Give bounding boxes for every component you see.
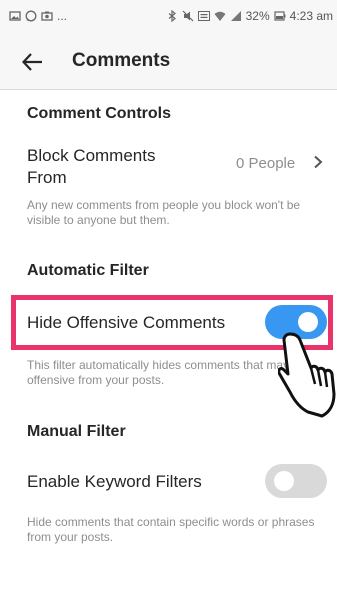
block-comments-description: Any new comments from people you block w… [27, 198, 301, 227]
status-right: 32% 4:23 am [166, 9, 333, 23]
block-comments-value[interactable]: 0 People [236, 155, 295, 172]
status-bar: ... 32% 4:23 am [0, 0, 337, 34]
chevron-right-icon[interactable] [312, 155, 324, 169]
volte-icon [197, 11, 210, 21]
section-title-automatic-filter: Automatic Filter [27, 262, 149, 279]
status-ellipsis: ... [57, 9, 68, 23]
pointing-hand-icon [278, 332, 336, 418]
hide-offensive-comments-label: Hide Offensive Comments [27, 313, 226, 332]
mute-icon [182, 10, 194, 22]
wifi-icon [214, 11, 226, 21]
signal-icon [230, 11, 241, 21]
status-time: 4:23 am [289, 9, 333, 23]
battery-percent: 32% [245, 9, 270, 23]
gallery-icon [9, 11, 21, 21]
bluetooth-icon [168, 10, 176, 22]
toggle-knob [274, 471, 294, 491]
arrow-left-icon[interactable] [20, 49, 46, 75]
enable-keyword-filters-toggle[interactable] [265, 464, 327, 498]
section-title-manual-filter: Manual Filter [27, 423, 126, 440]
app-header: Comments [0, 34, 337, 90]
battery-icon [274, 11, 286, 21]
section-title-comment-controls: Comment Controls [27, 105, 171, 122]
camera-icon [41, 11, 53, 21]
status-left: ... [9, 9, 67, 23]
page-title: Comments [72, 50, 171, 71]
automatic-filter-description: This filter automatically hides comments… [27, 358, 306, 387]
enable-keyword-filters-label: Enable Keyword Filters [27, 472, 202, 491]
block-comments-label[interactable]: Block Comments From [27, 145, 197, 189]
manual-filter-description: Hide comments that contain specific word… [27, 515, 315, 544]
toggle-knob [298, 312, 318, 332]
whatsapp-icon [25, 10, 37, 22]
